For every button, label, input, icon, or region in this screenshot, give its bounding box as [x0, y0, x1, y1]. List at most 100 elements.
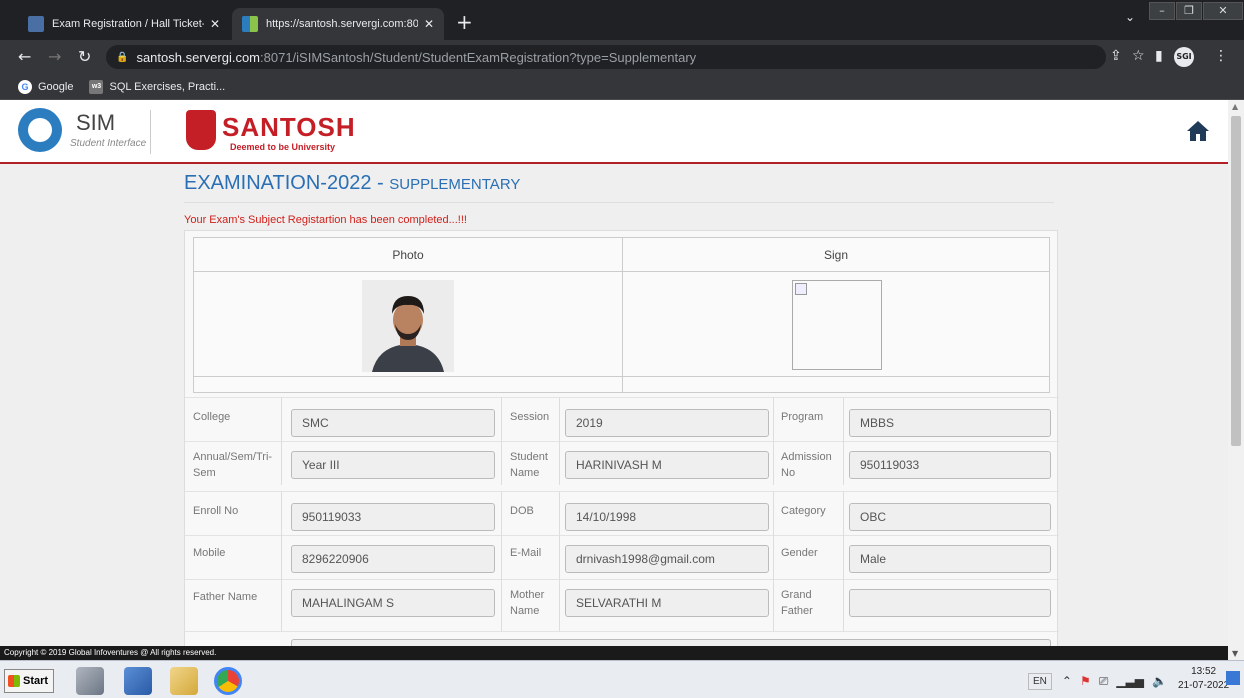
category-field[interactable]: OBC	[849, 503, 1051, 531]
bookmark-star-icon[interactable]: ☆	[1132, 48, 1145, 64]
grand-father-field[interactable]	[849, 589, 1051, 617]
cell-divider	[843, 491, 844, 535]
student-name-field[interactable]: HARINIVASH M	[565, 451, 769, 479]
site-header: SIM Student Interface SANTOSH Deemed to …	[0, 100, 1228, 164]
cell-divider	[843, 397, 844, 441]
cell-divider	[773, 579, 774, 631]
session-field[interactable]: 2019	[565, 409, 769, 437]
restore-button[interactable]: ❐	[1176, 2, 1202, 20]
side-panel-icon[interactable]: ▮	[1155, 48, 1163, 64]
bookmark-google[interactable]: G Google	[18, 79, 74, 94]
share-icon[interactable]: ⇪	[1110, 48, 1122, 64]
cell-divider	[843, 579, 844, 631]
clock-time: 13:52	[1191, 666, 1217, 677]
system-tray: EN ⌃ ⚑ ⎚ ▁▃▅ 🔈	[1028, 667, 1171, 695]
exam-year-title: EXAMINATION-2022 -	[184, 172, 390, 194]
page-scrollbar[interactable]: ▲ ▼	[1228, 100, 1244, 660]
table-footer-line	[194, 376, 1049, 377]
broken-image-icon	[795, 283, 807, 295]
profile-avatar[interactable]: SGI	[1174, 47, 1194, 67]
powershell-icon[interactable]	[124, 667, 152, 695]
bookmark-sql-exercises[interactable]: w3 SQL Exercises, Practi...	[89, 79, 226, 94]
address-field[interactable]	[291, 639, 1051, 646]
tray-expand-icon[interactable]: ⌃	[1062, 674, 1072, 688]
father-name-field[interactable]: MAHALINGAM S	[291, 589, 495, 617]
sim-logo-icon	[18, 108, 62, 152]
file-explorer-icon[interactable]	[170, 667, 198, 695]
cell-divider	[281, 397, 282, 441]
bookmark-label: SQL Exercises, Practi...	[109, 80, 226, 93]
clock-date: 21-07-2022	[1178, 680, 1230, 691]
sign-header: Sign	[623, 238, 1049, 272]
cell-divider	[559, 535, 560, 579]
tab-exam-registration[interactable]: Exam Registration / Hall Ticket-Sant ✕	[18, 8, 230, 40]
photo-sign-table: Photo Sign	[193, 237, 1050, 393]
cell-divider	[773, 491, 774, 535]
annual-sem-field[interactable]: Year III	[291, 451, 495, 479]
back-arrow-icon[interactable]: ←	[18, 47, 31, 66]
annual-sem-label: Annual/Sem/Tri-Sem	[193, 451, 273, 479]
admission-no-field[interactable]: 950119033	[849, 451, 1051, 479]
start-button[interactable]: Start	[4, 669, 54, 693]
network-app-icon[interactable]	[76, 667, 104, 695]
reload-icon[interactable]: ↻	[78, 47, 91, 66]
close-window-button[interactable]: ✕	[1203, 2, 1243, 20]
chrome-icon[interactable]	[214, 667, 242, 695]
category-label: Category	[781, 505, 826, 517]
cell-divider	[501, 441, 502, 485]
photo-header: Photo	[194, 238, 622, 272]
enroll-no-field[interactable]: 950119033	[291, 503, 495, 531]
cell-divider	[559, 579, 560, 631]
gender-label: Gender	[781, 547, 818, 559]
scroll-thumb[interactable]	[1231, 116, 1241, 446]
row-divider	[185, 535, 1059, 536]
cell-divider	[773, 397, 774, 441]
volume-icon[interactable]: 🔈	[1152, 674, 1167, 688]
page-title: EXAMINATION-2022 - SUPPLEMENTARY	[184, 172, 520, 195]
admission-no-label: Admission No	[781, 451, 832, 479]
tray-device-icon[interactable]: ⎚	[1099, 674, 1109, 689]
tab-santosh-url[interactable]: https://santosh.servergi.com:8071/i ✕	[232, 8, 444, 40]
home-icon[interactable]	[1186, 120, 1210, 142]
cell-divider	[501, 579, 502, 631]
cell-divider	[281, 491, 282, 535]
network-signal-icon[interactable]: ▁▃▅	[1116, 674, 1144, 688]
program-label: Program	[781, 411, 824, 423]
minimize-button[interactable]: –	[1149, 2, 1175, 20]
tray-security-icon[interactable]: ⚑	[1080, 674, 1091, 688]
scroll-up-arrow-icon[interactable]: ▲	[1232, 102, 1238, 111]
success-message: Your Exam's Subject Registartion has bee…	[184, 214, 467, 226]
student-name-label: Student Name	[510, 451, 548, 479]
program-field[interactable]: MBBS	[849, 409, 1051, 437]
mobile-field[interactable]: 8296220906	[291, 545, 495, 573]
cell-divider	[281, 441, 282, 485]
bookmark-label: Google	[38, 80, 74, 93]
registration-panel: Photo Sign College SMC Session 2019 Prog…	[184, 230, 1059, 646]
gender-field[interactable]: Male	[849, 545, 1051, 573]
url-host: santosh.servergi.com	[136, 49, 261, 65]
mother-name-field[interactable]: SELVARATHI M	[565, 589, 769, 617]
cell-divider	[773, 441, 774, 485]
show-desktop-button[interactable]	[1226, 671, 1240, 685]
dob-field[interactable]: 14/10/1998	[565, 503, 769, 531]
email-field[interactable]: drnivash1998@gmail.com	[565, 545, 769, 573]
site-favicon-icon	[242, 16, 258, 32]
address-bar-row: ← → ↻ 🔒 santosh.servergi.com:8071/iSIMSa…	[0, 40, 1244, 74]
dob-label: DOB	[510, 505, 534, 517]
url-input[interactable]: 🔒 santosh.servergi.com:8071/iSIMSantosh/…	[106, 45, 1106, 69]
enroll-no-label: Enroll No	[193, 505, 239, 517]
student-photo	[362, 280, 454, 372]
google-icon: G	[18, 79, 32, 94]
language-indicator[interactable]: EN	[1028, 672, 1052, 690]
taskbar-clock[interactable]: 13:52 21-07-2022	[1178, 665, 1229, 693]
college-field[interactable]: SMC	[291, 409, 495, 437]
forward-arrow-icon[interactable]: →	[48, 47, 61, 66]
scroll-down-arrow-icon[interactable]: ▼	[1232, 649, 1238, 658]
tab-close-icon[interactable]: ✕	[210, 17, 220, 31]
new-tab-button[interactable]: +	[456, 10, 473, 34]
tab-close-icon[interactable]: ✕	[424, 17, 434, 31]
menu-kebab-icon[interactable]: ⋮	[1214, 48, 1228, 64]
tab-search-chevron-icon[interactable]: ⌄	[1125, 10, 1135, 24]
cell-divider	[501, 397, 502, 441]
cell-divider	[773, 535, 774, 579]
